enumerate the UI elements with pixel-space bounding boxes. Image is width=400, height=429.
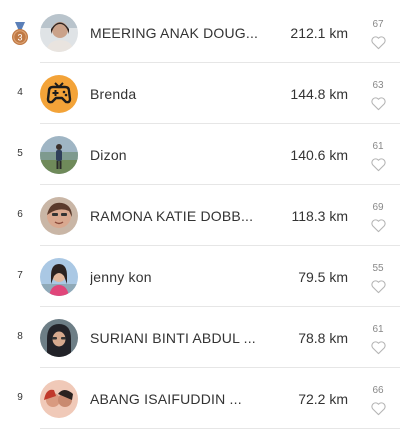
rank-number: 5 bbox=[17, 148, 23, 159]
participant-name: Brenda bbox=[90, 86, 137, 102]
avatar[interactable] bbox=[40, 14, 78, 52]
participant-name: jenny kon bbox=[90, 269, 152, 285]
rank-number: 9 bbox=[17, 392, 23, 403]
distance-value: 140.6 km bbox=[290, 147, 348, 163]
bronze-medal-icon: 3 bbox=[12, 22, 28, 45]
participant-name: Dizon bbox=[90, 147, 127, 163]
medal-rank-number: 3 bbox=[17, 33, 22, 43]
participant-name: SURIANI BINTI ABDUL ... bbox=[90, 330, 256, 346]
avatar[interactable] bbox=[40, 319, 78, 357]
like-count: 69 bbox=[372, 202, 384, 213]
distance-value: 212.1 km bbox=[290, 25, 348, 41]
like-count: 67 bbox=[372, 19, 384, 30]
leaderboard-row[interactable]: 3 MEERING ANAK DOUG... 212.1 km 67 bbox=[0, 2, 400, 63]
like-count: 63 bbox=[372, 80, 384, 91]
avatar[interactable] bbox=[40, 380, 78, 418]
distance-value: 118.3 km bbox=[291, 208, 348, 224]
heart-icon[interactable] bbox=[370, 218, 387, 233]
rank-number: 8 bbox=[17, 331, 23, 342]
heart-icon[interactable] bbox=[370, 157, 387, 172]
participant-name: ABANG ISAIFUDDIN ... bbox=[90, 391, 242, 407]
like-count: 55 bbox=[372, 263, 384, 274]
avatar[interactable] bbox=[40, 197, 78, 235]
leaderboard-row[interactable]: 4 Brenda 144.8 km 63 bbox=[0, 63, 400, 124]
participant-name: MEERING ANAK DOUG... bbox=[90, 25, 259, 41]
leaderboard-row[interactable]: 7 jenny kon 79.5 km 55 bbox=[0, 246, 400, 307]
like-count: 61 bbox=[372, 141, 384, 152]
heart-icon[interactable] bbox=[370, 96, 387, 111]
heart-icon[interactable] bbox=[370, 35, 387, 50]
heart-icon[interactable] bbox=[370, 340, 387, 355]
leaderboard-row[interactable]: 8 SURIANI BINTI ABDUL ... 78.8 km 61 bbox=[0, 307, 400, 368]
heart-icon[interactable] bbox=[370, 279, 387, 294]
distance-value: 144.8 km bbox=[290, 86, 348, 102]
rank-number: 7 bbox=[17, 270, 23, 281]
distance-value: 78.8 km bbox=[298, 330, 348, 346]
rank-number: 4 bbox=[17, 87, 23, 98]
avatar[interactable] bbox=[40, 136, 78, 174]
leaderboard-row[interactable]: 9 ABANG ISAIFUDDIN ... 72.2 km 66 bbox=[0, 368, 400, 429]
like-count: 66 bbox=[372, 385, 384, 396]
participant-name: RAMONA KATIE DOBB... bbox=[90, 208, 254, 224]
leaderboard-row[interactable]: 5 Dizon 140.6 km 61 bbox=[0, 124, 400, 185]
rank-number: 6 bbox=[17, 209, 23, 220]
distance-value: 72.2 km bbox=[298, 391, 348, 407]
like-count: 61 bbox=[372, 324, 384, 335]
avatar[interactable] bbox=[40, 258, 78, 296]
avatar[interactable] bbox=[40, 75, 78, 113]
heart-icon[interactable] bbox=[370, 401, 387, 416]
distance-value: 79.5 km bbox=[298, 269, 348, 285]
leaderboard-row[interactable]: 6 RAMONA KATIE DOBB... 118.3 km 69 bbox=[0, 185, 400, 246]
gamepad-icon bbox=[40, 75, 78, 113]
